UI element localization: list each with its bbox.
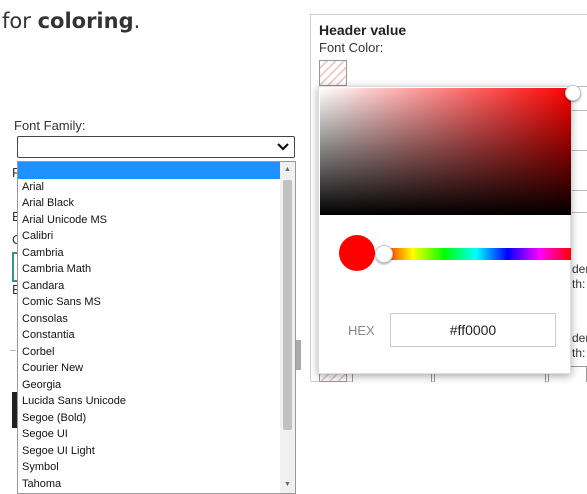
divider xyxy=(572,212,587,213)
font-option[interactable]: Corbel xyxy=(18,344,295,361)
header-value-title: Header value xyxy=(319,22,407,38)
intro-text: for coloring. xyxy=(2,9,140,33)
font-option[interactable]: Candara xyxy=(18,278,295,295)
font-option[interactable]: Comic Sans MS xyxy=(18,294,295,311)
options-scrollbar[interactable]: ▲ ▼ xyxy=(280,162,295,493)
scrollbar-thumb[interactable] xyxy=(283,180,292,430)
scroll-up-arrow-icon[interactable]: ▲ xyxy=(280,162,295,178)
font-family-options-list[interactable]: Arial Arial Black Arial Unicode MS Calibri C… xyxy=(17,161,296,494)
font-option[interactable]: Cambria xyxy=(18,245,295,262)
font-option[interactable]: Segoe (Bold) xyxy=(18,410,295,427)
font-option[interactable]: Arial Unicode MS xyxy=(18,212,295,229)
font-option[interactable]: Georgia xyxy=(18,377,295,394)
hue-slider[interactable] xyxy=(375,245,571,263)
color-picker-popup[interactable]: HEX #ff0000 xyxy=(318,85,581,374)
font-option[interactable]: Segoe UI Light xyxy=(18,443,295,460)
background-label-fragment: th: xyxy=(572,277,586,291)
font-option[interactable]: Arial Black xyxy=(18,195,295,212)
font-family-label: Font Family: xyxy=(14,118,86,133)
font-option[interactable]: Courier New xyxy=(18,360,295,377)
font-family-select[interactable] xyxy=(17,136,295,158)
font-option[interactable]: Segoe UI xyxy=(18,426,295,443)
divider xyxy=(572,110,587,111)
font-option[interactable]: Symbol xyxy=(18,459,295,476)
font-option[interactable]: Consolas xyxy=(18,311,295,328)
intro-prefix: for xyxy=(2,9,38,33)
divider xyxy=(10,350,16,351)
font-option[interactable] xyxy=(18,162,295,179)
background-label-fragment: der xyxy=(572,262,587,276)
font-option[interactable]: Cambria Math xyxy=(18,261,295,278)
font-color-label: Font Color: xyxy=(319,40,384,55)
scroll-down-arrow-icon[interactable]: ▼ xyxy=(280,477,295,493)
color-preview xyxy=(339,235,375,271)
font-option[interactable]: Calibri xyxy=(18,228,295,245)
hue-slider-handle[interactable] xyxy=(375,245,393,263)
background-scrollbar xyxy=(296,340,301,370)
divider xyxy=(572,190,587,191)
background-label-fragment: th: xyxy=(572,346,586,360)
font-option[interactable]: Constantia xyxy=(18,327,295,344)
hex-label: HEX xyxy=(348,323,375,338)
saturation-value-area[interactable] xyxy=(320,85,581,215)
font-option[interactable]: Arial xyxy=(18,179,295,196)
saturation-handle[interactable] xyxy=(565,85,581,101)
hex-input[interactable]: #ff0000 xyxy=(390,313,556,347)
intro-suffix: . xyxy=(133,9,141,33)
chevron-down-icon[interactable] xyxy=(277,139,289,155)
intro-bold: coloring xyxy=(37,9,134,33)
background-label-fragment: der xyxy=(572,331,587,345)
font-option[interactable]: Tahoma xyxy=(18,476,295,493)
font-color-swatch[interactable] xyxy=(319,60,347,86)
font-option[interactable]: Lucida Sans Unicode xyxy=(18,393,295,410)
divider xyxy=(572,150,587,151)
